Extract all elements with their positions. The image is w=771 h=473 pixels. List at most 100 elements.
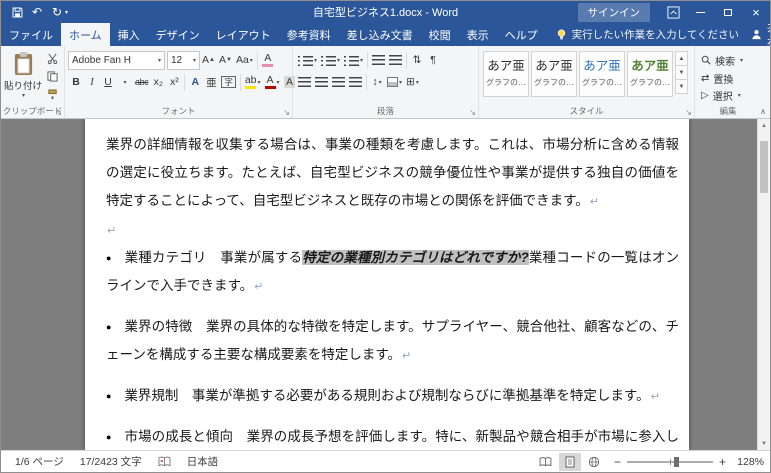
align-right-button[interactable] — [330, 72, 347, 92]
ruby-button[interactable]: 亜 — [203, 72, 219, 92]
sign-in-button[interactable]: サインイン — [577, 2, 650, 22]
bullets-button[interactable]: ▾ — [296, 50, 319, 70]
italic-button[interactable]: I — [84, 72, 100, 92]
change-case-button[interactable]: Aa ▾ — [234, 50, 255, 70]
status-bar: 1/6 ページ 17/2423 文字 日本語 − + 128% — [1, 450, 770, 472]
show-formatting-marks-button[interactable]: ¶ — [425, 50, 441, 70]
justify-button[interactable] — [347, 72, 364, 92]
paste-button[interactable]: 貼り付け ▾ — [4, 49, 42, 104]
qat-customize-dropdown-icon[interactable]: ▾ — [65, 9, 68, 16]
styles-scroll-down-button[interactable]: ▼ — [675, 65, 688, 80]
scrollbar-thumb[interactable] — [760, 141, 768, 193]
selected-text[interactable]: 特定の業種別カテゴリはどれですか? — [302, 250, 529, 265]
save-button[interactable] — [7, 2, 27, 22]
align-left-button[interactable] — [296, 72, 313, 92]
select-button[interactable]: ▷ 選択 ▾ — [698, 87, 746, 104]
tab-home[interactable]: ホーム — [61, 23, 110, 46]
cut-button[interactable] — [44, 49, 60, 67]
scroll-up-arrow[interactable]: ▲ — [758, 119, 770, 132]
paragraph-dialog-launcher-icon[interactable]: ↘ — [469, 109, 476, 117]
tab-layout[interactable]: レイアウト — [208, 23, 279, 46]
page-indicator[interactable]: 1/6 ページ — [7, 451, 72, 472]
tab-mailings[interactable]: 差し込み文書 — [339, 23, 421, 46]
shrink-font-button[interactable]: A ▼ — [217, 50, 234, 70]
document-page[interactable]: 業界の詳細情報を収集する場合は、事業の種類を考慮します。これは、市場分析に含める… — [85, 119, 689, 450]
tab-review[interactable]: 校閲 — [421, 23, 459, 46]
word-count[interactable]: 17/2423 文字 — [72, 451, 150, 472]
styles-scroll-up-button[interactable]: ▲ — [675, 51, 688, 66]
print-layout-button[interactable] — [558, 452, 581, 471]
enclose-characters-button[interactable]: 字 — [219, 72, 238, 92]
style-card-3[interactable]: あア亜 グラフの… — [579, 51, 625, 97]
tab-references[interactable]: 参考資料 — [279, 23, 339, 46]
tab-design[interactable]: デザイン — [148, 23, 208, 46]
font-color-button[interactable]: A ▾ — [263, 72, 282, 92]
paste-dropdown-icon[interactable]: ▾ — [22, 92, 25, 99]
zoom-in-button[interactable]: + — [719, 455, 726, 469]
clipboard-dialog-launcher-icon[interactable]: ↘ — [55, 109, 62, 117]
find-button[interactable]: 検索 ▾ — [698, 52, 746, 69]
styles-gallery-more-button[interactable]: ▼ — [675, 79, 688, 94]
borders-button[interactable]: ⊞ ▾ — [404, 72, 421, 92]
share-button[interactable]: 共有 — [739, 22, 770, 50]
align-center-button[interactable] — [313, 72, 330, 92]
read-mode-button[interactable] — [535, 453, 557, 471]
zoom-slider[interactable] — [626, 456, 713, 467]
numbering-button[interactable]: ▾ — [319, 50, 342, 70]
bullet-2-text: 業界の特徴 業界の具体的な特徴を特定します。サプライヤー、競合他社、顧客などの、… — [106, 319, 680, 362]
text-effects-button[interactable]: A — [187, 72, 203, 92]
increase-indent-button[interactable] — [387, 50, 404, 70]
strikethrough-button[interactable]: abc — [133, 72, 150, 92]
styles-group: あア亜 グラフの… あア亜 グラフの… あア亜 グラフの… あア亜 グラフの… … — [479, 46, 695, 118]
tab-help[interactable]: ヘルプ — [497, 23, 546, 46]
minimize-button[interactable] — [686, 1, 714, 23]
decrease-indent-button[interactable] — [370, 50, 387, 70]
bold-button[interactable]: B — [68, 72, 84, 92]
line-spacing-button[interactable]: ↕ ▾ — [369, 72, 385, 92]
underline-dropdown-icon[interactable]: ▾ — [117, 72, 133, 92]
superscript-button[interactable]: x² — [166, 72, 182, 92]
tab-file[interactable]: ファイル — [1, 23, 61, 46]
replace-button[interactable]: ⇄ 置換 — [698, 70, 746, 87]
style-caption: グラフの… — [582, 77, 622, 87]
vertical-scrollbar[interactable]: ▲ ▼ — [757, 119, 770, 450]
paragraph-1: 業界の詳細情報を収集する場合は、事業の種類を考慮します。これは、市場分析に含める… — [106, 131, 679, 216]
grow-font-button[interactable]: A ▲ — [200, 50, 217, 70]
undo-button[interactable]: ↶ — [27, 2, 47, 22]
redo-button[interactable]: ↻ — [47, 2, 67, 22]
proofing-status-button[interactable] — [150, 451, 179, 472]
font-dialog-launcher-icon[interactable]: ↘ — [283, 109, 290, 117]
subscript-button[interactable]: x₂ — [150, 72, 166, 92]
scroll-down-arrow[interactable]: ▼ — [758, 437, 770, 450]
clear-formatting-button[interactable]: A — [260, 50, 276, 70]
font-name-combo[interactable]: Adobe Fan H ▾ — [68, 50, 165, 70]
shading-button[interactable]: ▾ — [385, 72, 404, 92]
font-size-combo[interactable]: 12 ▾ — [167, 50, 200, 70]
maximize-button[interactable] — [714, 1, 742, 23]
style-card-2[interactable]: あア亜 グラフの… — [531, 51, 577, 97]
bullet-item-4: ● 市場の成長と傾向 業界の成長予想を評価します。特に、新製品や競合相手が市場に参… — [106, 423, 679, 450]
close-button[interactable]: × — [742, 1, 770, 23]
ribbon-display-options-button[interactable] — [660, 1, 686, 23]
paragraph-group: ▾ ▾ ▾ ⇅ ¶ ↕ ▾ ▾ ⊞ ▾ 段落 ↘ — [293, 46, 479, 118]
tell-me-box[interactable]: 実行したい作業を入力してください — [556, 23, 739, 46]
multilevel-list-button[interactable]: ▾ — [342, 50, 365, 70]
language-indicator[interactable]: 日本語 — [179, 451, 227, 472]
sort-button[interactable]: ⇅ — [409, 50, 425, 70]
tab-view[interactable]: 表示 — [459, 23, 497, 46]
style-card-1[interactable]: あア亜 グラフの… — [483, 51, 529, 97]
highlight-color-button[interactable]: ab ▾ — [243, 72, 263, 92]
zoom-percentage[interactable]: 128% — [734, 456, 764, 468]
web-layout-button[interactable] — [583, 453, 605, 471]
underline-button[interactable]: U — [100, 72, 116, 92]
collapse-ribbon-icon[interactable]: ∧ — [760, 107, 766, 116]
bullets-icon — [298, 55, 313, 66]
format-painter-button[interactable] — [44, 85, 60, 103]
copy-button[interactable] — [44, 67, 60, 85]
zoom-out-button[interactable]: − — [614, 455, 621, 469]
styles-dialog-launcher-icon[interactable]: ↘ — [685, 109, 692, 117]
zoom-slider-thumb[interactable] — [674, 456, 680, 467]
shading-dropdown-icon: ▾ — [399, 79, 403, 86]
tab-insert[interactable]: 挿入 — [110, 23, 148, 46]
style-card-4[interactable]: あア亜 グラフの… — [627, 51, 673, 97]
